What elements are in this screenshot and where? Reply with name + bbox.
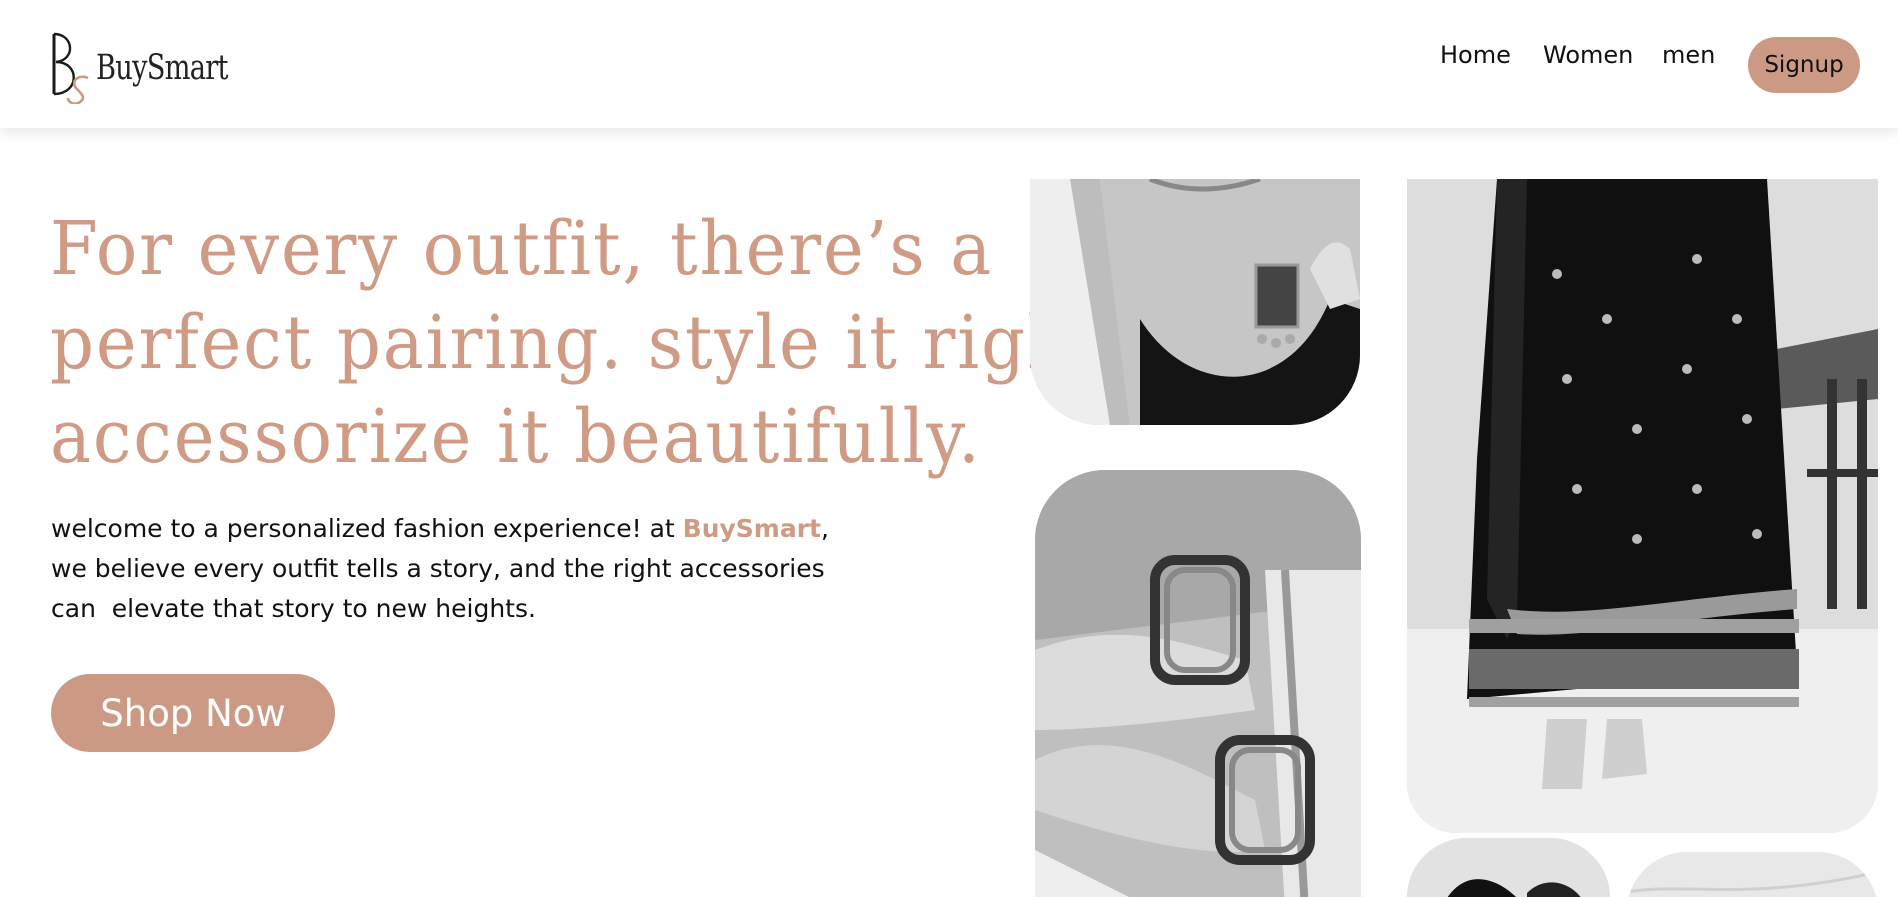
hero-headline: For every outfit, there’s a perfect pair… xyxy=(50,202,1127,484)
headline-line-1: For every outfit, there’s a xyxy=(50,206,994,292)
brand-logo[interactable]: BuySmart xyxy=(50,30,240,104)
marble-photo xyxy=(1627,852,1878,897)
nav-home[interactable]: Home xyxy=(1440,41,1511,69)
intro-line2: we believe every outfit tells a story, a… xyxy=(51,554,825,583)
intro-line1-prefix: welcome to a personalized fashion experi… xyxy=(51,514,683,543)
headline-line-2: perfect pairing. style it right. xyxy=(50,300,1127,386)
signup-button[interactable]: Signup xyxy=(1748,37,1860,93)
nav-women[interactable]: Women xyxy=(1543,41,1633,69)
brand-name: BuySmart xyxy=(96,48,229,88)
intro-brand: BuySmart xyxy=(682,514,822,543)
hero-intro: welcome to a personalized fashion experi… xyxy=(51,509,931,629)
bs-monogram-icon xyxy=(52,32,89,104)
shop-now-button[interactable]: Shop Now xyxy=(51,674,335,752)
site-header: BuySmart Home Women men Signup xyxy=(0,0,1898,128)
headline-line-3: accessorize it beautifully. xyxy=(50,394,982,480)
velvet-suit-photo xyxy=(1407,179,1878,833)
bangles-photo xyxy=(1035,470,1361,897)
necklace-pendant-photo xyxy=(1030,179,1360,425)
intro-line1-suffix: , xyxy=(821,514,829,543)
intro-line3: can elevate that story to new heights. xyxy=(51,594,536,623)
nav-men[interactable]: men xyxy=(1662,41,1715,69)
shoes-photo xyxy=(1407,838,1610,897)
